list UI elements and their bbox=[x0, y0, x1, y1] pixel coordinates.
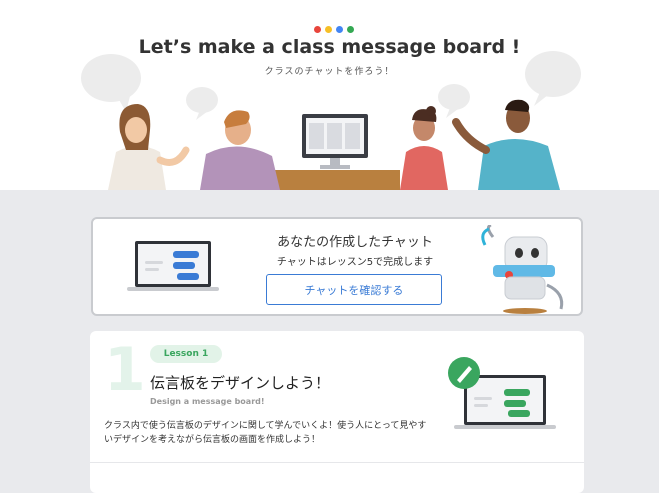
dot-green bbox=[347, 26, 354, 33]
dot-blue bbox=[336, 26, 343, 33]
dot-yellow bbox=[325, 26, 332, 33]
person-illustration bbox=[400, 106, 448, 190]
lesson-subtitle: Design a message board! bbox=[150, 397, 265, 406]
chat-card-title: あなたの作成したチャット bbox=[277, 235, 433, 250]
laptop-chat-icon bbox=[448, 357, 556, 429]
dot-red bbox=[314, 26, 321, 33]
lesson-card[interactable]: 1 Lesson 1 伝言板をデザインしよう！ Design a message… bbox=[90, 331, 584, 493]
lesson-title: 伝言板をデザインしよう！ bbox=[150, 374, 331, 392]
hero-banner: Let’s make a class message board ! クラスのチ… bbox=[0, 0, 659, 190]
desk bbox=[270, 170, 400, 190]
color-dots bbox=[314, 26, 354, 33]
page-title: Let’s make a class message board ! bbox=[138, 36, 521, 58]
lesson-number: 1 bbox=[104, 335, 146, 405]
pencil-icon bbox=[448, 357, 480, 389]
laptop-chat-icon bbox=[127, 241, 219, 291]
computer-monitor-icon bbox=[302, 114, 368, 169]
speech-bubble-icon bbox=[186, 87, 218, 120]
view-chat-button[interactable]: チャットを確認する bbox=[266, 274, 442, 305]
chat-card-subtitle: チャットはレッスン5で完成します bbox=[276, 257, 434, 268]
speech-bubble-icon bbox=[81, 54, 141, 112]
divider bbox=[90, 462, 584, 463]
page-subtitle: クラスのチャットを作ろう！ bbox=[264, 67, 395, 77]
my-chat-card: あなたの作成したチャット チャットはレッスン5で完成します チャットを確認する bbox=[91, 217, 583, 316]
lesson-badge: Lesson 1 bbox=[150, 345, 222, 363]
speech-bubble-icon bbox=[438, 84, 470, 118]
robot-mascot-icon bbox=[481, 225, 564, 314]
speech-bubble-icon bbox=[525, 51, 581, 106]
person-illustration bbox=[452, 99, 560, 190]
person-illustration bbox=[200, 110, 280, 190]
lesson-description: クラス内で使う伝言板のデザインに関して学んでいくよ！使う人にとって見やすいデザイ… bbox=[104, 421, 427, 445]
person-illustration bbox=[108, 104, 190, 190]
